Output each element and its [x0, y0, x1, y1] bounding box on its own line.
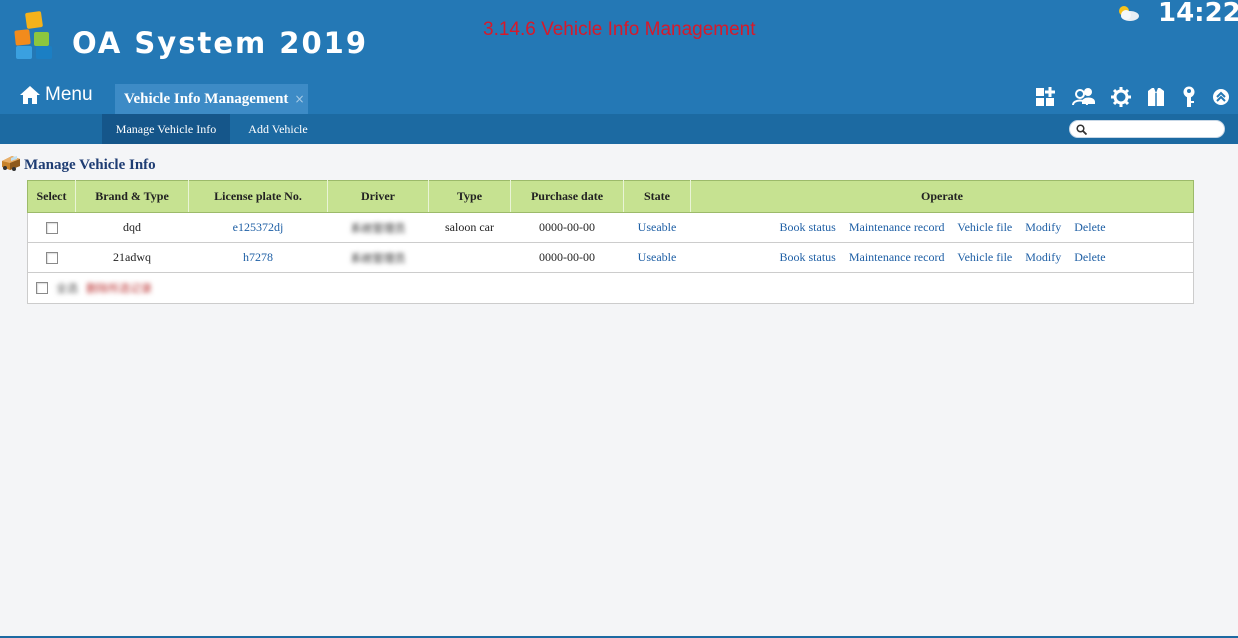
- row-checkbox[interactable]: [45, 222, 58, 235]
- table-footer-cell: 全选 删除所选记录: [27, 272, 1194, 304]
- page-title: Manage Vehicle Info: [24, 157, 156, 173]
- search-input[interactable]: [1092, 122, 1218, 136]
- plate-link[interactable]: e125372dj: [233, 220, 284, 234]
- operate-cell: Book status Maintenance record Vehicle f…: [690, 212, 1194, 243]
- table-row: dqd e125372dj 系统管理员 saloon car 0000-00-0…: [27, 212, 1194, 243]
- vehicle-table: Select Brand & Type License plate No. Dr…: [27, 180, 1194, 304]
- driver-name: 系统管理员: [350, 222, 406, 235]
- tab-vehicle-info-management[interactable]: Vehicle Info Management ×: [115, 84, 308, 114]
- purchase-date-cell: 0000-00-00: [510, 242, 624, 273]
- operate-cell: Book status Maintenance record Vehicle f…: [690, 242, 1194, 273]
- collapse-up-icon[interactable]: [1212, 88, 1230, 106]
- column-header-plate: License plate No.: [188, 180, 328, 213]
- delete-link[interactable]: Delete: [1074, 250, 1105, 264]
- menu-label: Menu: [45, 84, 93, 105]
- type-cell: saloon car: [428, 212, 511, 243]
- column-header-operate: Operate: [690, 180, 1194, 213]
- search-box: [1069, 120, 1225, 138]
- vehicle-file-link[interactable]: Vehicle file: [957, 250, 1012, 264]
- toolbar: [1035, 85, 1230, 109]
- key-icon[interactable]: [1181, 86, 1197, 108]
- type-cell: [428, 242, 511, 273]
- table-header-row: Select Brand & Type License plate No. Dr…: [27, 180, 1194, 213]
- maintenance-record-link[interactable]: Maintenance record: [849, 220, 945, 234]
- document-title: 3.14.6 Vehicle Info Management: [483, 19, 756, 40]
- column-header-brand: Brand & Type: [75, 180, 189, 213]
- delete-link[interactable]: Delete: [1074, 220, 1105, 234]
- weather-icon: [1119, 6, 1139, 21]
- select-cell: [27, 212, 76, 243]
- delete-selected-button[interactable]: 删除所选记录: [86, 280, 152, 296]
- column-header-state: State: [623, 180, 691, 213]
- top-header: OA System 2019 3.14.6 Vehicle Info Manag…: [0, 0, 1238, 114]
- table-row: 21adwq h7278 系统管理员 0000-00-00 Useable Bo…: [27, 242, 1194, 273]
- menu-button[interactable]: Menu: [19, 82, 93, 108]
- plate-link[interactable]: h7278: [243, 250, 273, 264]
- subnav-add-vehicle[interactable]: Add Vehicle: [238, 114, 318, 144]
- purchase-date-cell: 0000-00-00: [510, 212, 624, 243]
- home-icon: [20, 86, 40, 104]
- column-header-driver: Driver: [327, 180, 429, 213]
- vehicle-file-link[interactable]: Vehicle file: [957, 220, 1012, 234]
- select-all-checkbox[interactable]: [36, 282, 48, 294]
- tab-label: Vehicle Info Management: [124, 90, 289, 107]
- brand-cell: 21adwq: [75, 242, 189, 273]
- apps-add-icon[interactable]: [1035, 86, 1057, 108]
- modify-link[interactable]: Modify: [1025, 250, 1061, 264]
- sub-navigation: Manage Vehicle Info Add Vehicle: [0, 114, 1238, 144]
- shirt-icon[interactable]: [1146, 87, 1166, 107]
- state-link[interactable]: Useable: [638, 250, 677, 264]
- tab-close-icon[interactable]: ×: [294, 92, 304, 106]
- subnav-manage-vehicle-info[interactable]: Manage Vehicle Info: [102, 114, 230, 144]
- driver-name: 系统管理员: [350, 252, 406, 265]
- maintenance-record-link[interactable]: Maintenance record: [849, 250, 945, 264]
- book-status-link[interactable]: Book status: [780, 250, 836, 264]
- select-cell: [27, 242, 76, 273]
- column-header-type: Type: [428, 180, 511, 213]
- brand-cell: dqd: [75, 212, 189, 243]
- users-icon[interactable]: [1072, 86, 1096, 108]
- book-status-link[interactable]: Book status: [780, 220, 836, 234]
- select-all-label: 全选: [56, 283, 78, 295]
- clock: 14:22: [1158, 0, 1238, 28]
- search-icon: [1076, 124, 1087, 135]
- car-icon: [2, 155, 20, 171]
- modify-link[interactable]: Modify: [1025, 220, 1061, 234]
- row-checkbox[interactable]: [45, 252, 58, 265]
- state-link[interactable]: Useable: [638, 220, 677, 234]
- settings-gear-icon[interactable]: [1111, 87, 1131, 107]
- column-header-purchase-date: Purchase date: [510, 180, 624, 213]
- table-footer-row: 全选 删除所选记录: [27, 272, 1194, 304]
- column-header-select: Select: [27, 180, 76, 213]
- oa-logo-icon: [14, 11, 52, 59]
- app-title: OA System 2019: [72, 26, 369, 60]
